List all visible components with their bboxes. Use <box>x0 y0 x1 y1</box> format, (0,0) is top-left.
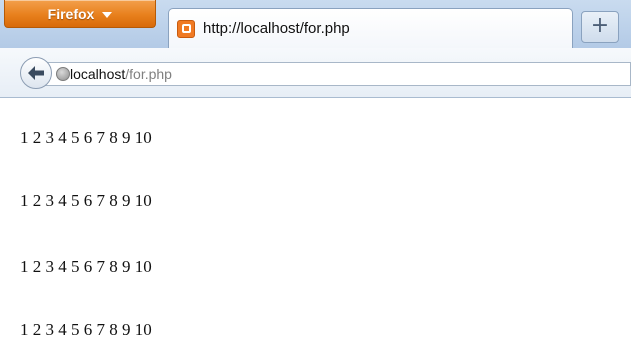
number-line-1: 1 2 3 4 5 6 7 8 9 10 <box>20 128 152 147</box>
firefox-menu-button[interactable]: Firefox <box>4 0 156 28</box>
globe-icon <box>56 67 70 81</box>
url-host: localhost <box>70 66 126 82</box>
browser-titlebar: Firefox http://localhost/for.php + <box>0 0 631 48</box>
number-line-3: 1 2 3 4 5 6 7 8 9 10 <box>20 257 152 276</box>
tab-active[interactable]: http://localhost/for.php <box>168 8 573 48</box>
navigation-bar: localhost/for.php <box>0 48 631 98</box>
new-tab-button[interactable]: + <box>581 11 619 43</box>
back-arrow-icon <box>28 66 44 80</box>
dropdown-arrow-icon <box>102 11 113 18</box>
xampp-favicon-icon <box>177 19 195 38</box>
number-line-4: 1 2 3 4 5 6 7 8 9 10 <box>20 320 152 339</box>
back-button[interactable] <box>20 57 52 89</box>
tab-title: http://localhost/for.php <box>203 20 350 37</box>
url-bar[interactable]: localhost/for.php <box>42 62 631 86</box>
number-line-2: 1 2 3 4 5 6 7 8 9 10 <box>20 191 152 210</box>
url-path: /for.php <box>125 66 172 82</box>
firefox-menu-label: Firefox <box>47 5 95 22</box>
